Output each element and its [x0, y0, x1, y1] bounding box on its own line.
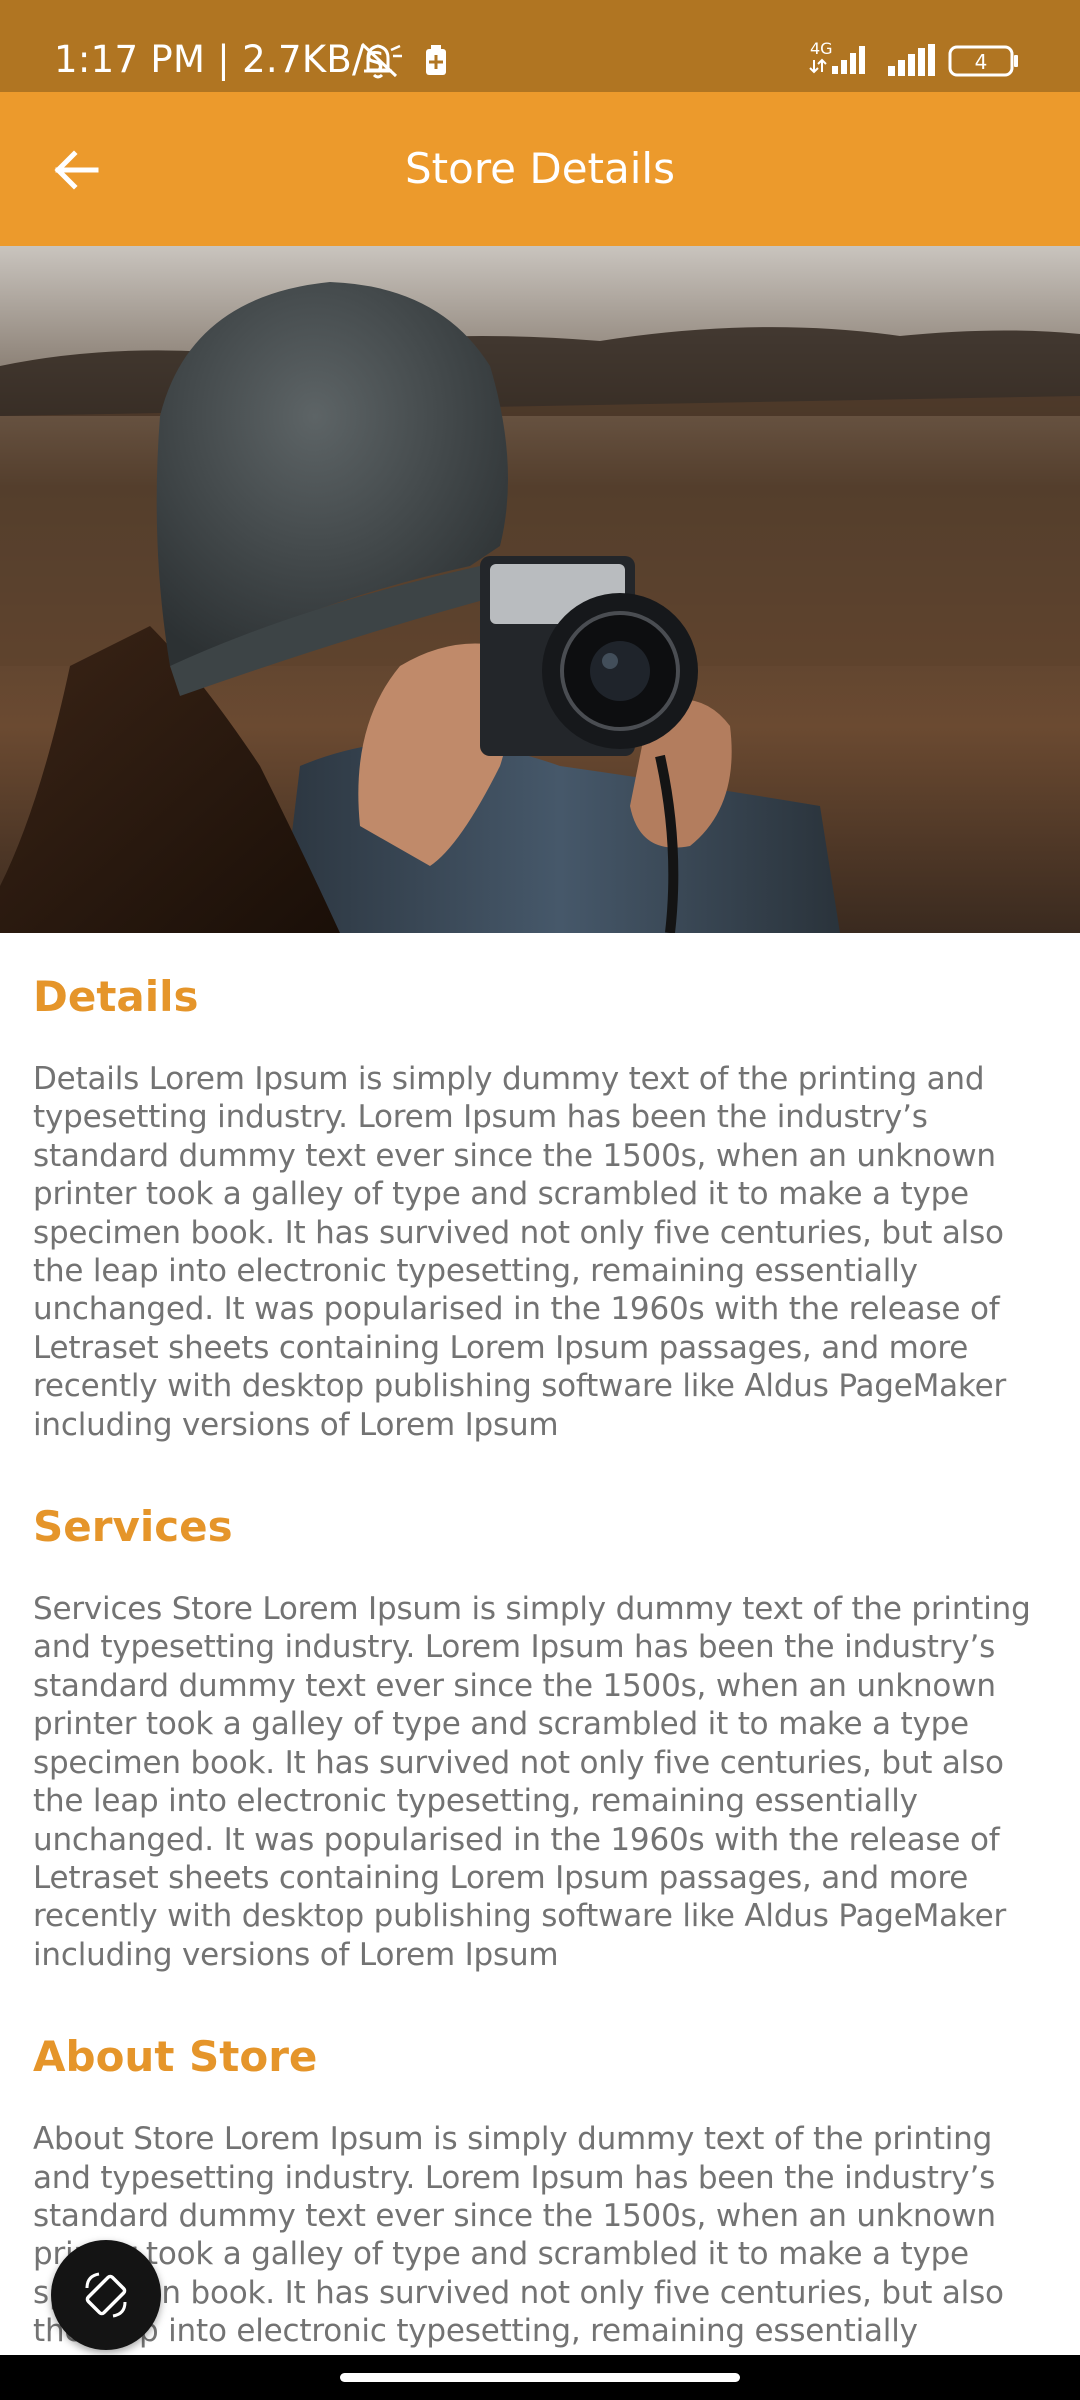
- app-bar: Store Details: [0, 92, 1080, 246]
- home-indicator[interactable]: [340, 2373, 740, 2382]
- back-button[interactable]: [36, 130, 116, 210]
- details-section: Details Details Lorem Ipsum is simply du…: [0, 969, 1080, 1444]
- page-title: Store Details: [405, 144, 675, 193]
- system-navigation-bar: [0, 2355, 1080, 2400]
- signal-icon: [888, 44, 935, 76]
- rotate-screen-button[interactable]: [51, 2240, 161, 2350]
- photo-icon: [0, 246, 1080, 933]
- status-bar: 1:17 PM | 2.7KB/s 4G 4: [0, 0, 1080, 92]
- signal-4g-icon: 4G: [809, 39, 865, 74]
- network-type-label: 4G: [810, 39, 833, 58]
- services-text: Services Store Lorem Ipsum is simply dum…: [33, 1591, 1031, 1973]
- mute-notification-icon: [360, 42, 402, 79]
- services-heading: Services: [33, 1502, 233, 1552]
- battery-level: 4: [975, 50, 988, 74]
- battery-saver-icon: [426, 45, 446, 75]
- about-store-section: About Store About Store Lorem Ipsum is s…: [0, 2029, 1080, 2355]
- store-hero-image: [0, 246, 1080, 933]
- about-store-heading: About Store: [33, 2032, 318, 2082]
- about-store-text: About Store Lorem Ipsum is simply dummy …: [33, 2121, 1004, 2355]
- details-text: Details Lorem Ipsum is simply dummy text…: [33, 1061, 1007, 1443]
- store-details-content[interactable]: Details Details Lorem Ipsum is simply du…: [0, 933, 1080, 2355]
- services-section: Services Services Store Lorem Ipsum is s…: [0, 1499, 1080, 1974]
- battery-icon: 4: [948, 45, 1018, 77]
- arrow-left-icon: [54, 150, 99, 190]
- details-heading: Details: [33, 972, 199, 1021]
- screen-rotate-icon: [85, 2272, 127, 2318]
- status-time-speed: 1:17 PM | 2.7KB/s: [54, 38, 385, 81]
